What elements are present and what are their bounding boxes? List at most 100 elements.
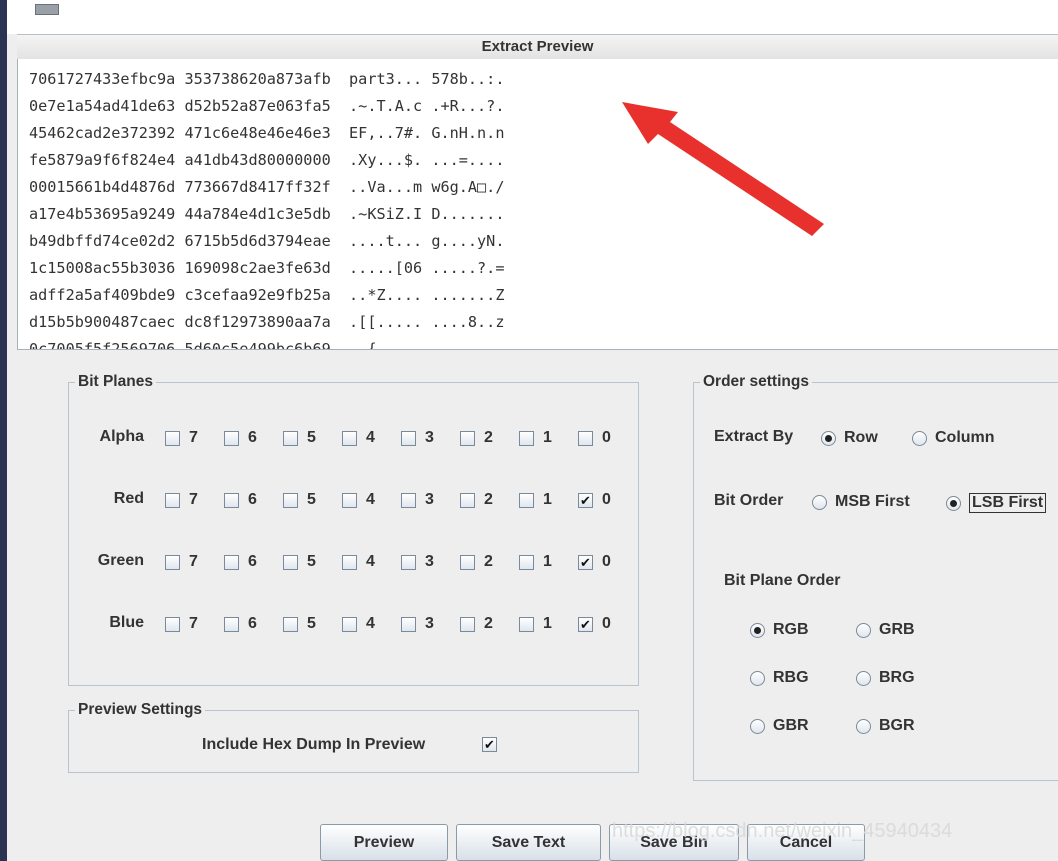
alpha-bit-6-checkbox[interactable]: 6 <box>224 429 257 447</box>
radio-label: MSB First <box>835 493 910 510</box>
checkbox-box[interactable]: ✔ <box>482 737 497 752</box>
bit-plane-order-grb-radio[interactable]: GRB <box>856 621 915 639</box>
checkbox-box[interactable] <box>460 492 475 508</box>
checkbox-box[interactable] <box>165 430 180 446</box>
alpha-bit-5-checkbox[interactable]: 5 <box>283 429 316 447</box>
checkbox-box[interactable] <box>460 616 475 632</box>
checkbox-box[interactable] <box>401 492 416 508</box>
radio-dot[interactable] <box>912 430 927 446</box>
green-bit-2-checkbox[interactable]: 2 <box>460 553 493 571</box>
radio-dot[interactable] <box>856 670 871 686</box>
checkbox-box[interactable] <box>460 554 475 570</box>
bit-order-msb-radio[interactable]: MSB First <box>812 493 910 511</box>
red-bit-4-checkbox[interactable]: 4 <box>342 491 375 509</box>
green-bit-4-checkbox[interactable]: 4 <box>342 553 375 571</box>
extract-by-label: Extract By <box>714 428 794 445</box>
bit-order-lsb-radio[interactable]: LSB First <box>946 493 1047 513</box>
channel-label-green: Green <box>97 552 144 569</box>
include-hex-dump-checkbox[interactable]: ✔ <box>482 737 497 752</box>
checkbox-box[interactable] <box>401 430 416 446</box>
radio-dot[interactable] <box>750 718 765 734</box>
bit-plane-order-bgr-radio[interactable]: BGR <box>856 717 915 735</box>
checkbox-box[interactable] <box>342 616 357 632</box>
blue-bit-6-checkbox[interactable]: 6 <box>224 615 257 633</box>
alpha-bit-0-checkbox[interactable]: 0 <box>578 429 611 447</box>
blue-bit-3-checkbox[interactable]: 3 <box>401 615 434 633</box>
red-bit-2-checkbox[interactable]: 2 <box>460 491 493 509</box>
checkbox-box[interactable] <box>342 554 357 570</box>
blue-bit-2-checkbox[interactable]: 2 <box>460 615 493 633</box>
order-settings-group: Order settings Extract By Row Column Bit… <box>693 373 1058 781</box>
checkbox-box[interactable] <box>224 492 239 508</box>
red-bit-1-checkbox[interactable]: 1 <box>519 491 552 509</box>
checkbox-box[interactable] <box>165 554 180 570</box>
alpha-bit-7-checkbox[interactable]: 7 <box>165 429 198 447</box>
checkbox-box[interactable] <box>519 492 534 508</box>
checkbox-box[interactable] <box>401 616 416 632</box>
alpha-bit-4-checkbox[interactable]: 4 <box>342 429 375 447</box>
checkbox-box[interactable] <box>283 616 298 632</box>
radio-dot[interactable] <box>946 495 961 511</box>
radio-dot[interactable] <box>750 670 765 686</box>
radio-label: Column <box>935 429 995 446</box>
checkbox-box[interactable] <box>401 554 416 570</box>
bit-number: 7 <box>189 553 198 570</box>
radio-dot[interactable] <box>750 622 765 638</box>
radio-dot[interactable] <box>812 494 827 510</box>
radio-dot[interactable] <box>856 718 871 734</box>
bit-plane-order-gbr-radio[interactable]: GBR <box>750 717 809 735</box>
blue-bit-0-checkbox[interactable]: ✔ 0 <box>578 615 611 633</box>
checkbox-box[interactable] <box>283 430 298 446</box>
bit-plane-order-rgb-radio[interactable]: RGB <box>750 621 809 639</box>
extract-by-row-radio[interactable]: Row <box>821 429 878 447</box>
extract-by-column-radio[interactable]: Column <box>912 429 995 447</box>
blue-bit-4-checkbox[interactable]: 4 <box>342 615 375 633</box>
checkbox-box[interactable] <box>283 492 298 508</box>
green-bit-3-checkbox[interactable]: 3 <box>401 553 434 571</box>
extract-preview-text-area[interactable]: 7061727433efbc9a 353738620a873afb part3.… <box>17 59 1058 350</box>
red-bit-0-checkbox[interactable]: ✔ 0 <box>578 491 611 509</box>
checkbox-box[interactable] <box>578 430 593 446</box>
checkbox-box[interactable] <box>519 554 534 570</box>
red-bit-5-checkbox[interactable]: 5 <box>283 491 316 509</box>
bit-number: 0 <box>602 429 611 446</box>
checkbox-box[interactable] <box>224 554 239 570</box>
checkbox-box[interactable] <box>342 430 357 446</box>
channel-label-red: Red <box>113 490 144 507</box>
save-text-button[interactable]: Save Text <box>456 824 601 861</box>
alpha-bit-1-checkbox[interactable]: 1 <box>519 429 552 447</box>
alpha-bit-3-checkbox[interactable]: 3 <box>401 429 434 447</box>
red-bit-6-checkbox[interactable]: 6 <box>224 491 257 509</box>
checkbox-box[interactable] <box>165 492 180 508</box>
checkbox-box[interactable] <box>460 430 475 446</box>
radio-dot[interactable] <box>821 430 836 446</box>
blue-bit-5-checkbox[interactable]: 5 <box>283 615 316 633</box>
checkbox-box[interactable] <box>519 616 534 632</box>
green-bit-1-checkbox[interactable]: 1 <box>519 553 552 571</box>
checkbox-box[interactable] <box>165 616 180 632</box>
checkbox-box[interactable] <box>519 430 534 446</box>
red-bit-7-checkbox[interactable]: 7 <box>165 491 198 509</box>
bit-number: 6 <box>248 553 257 570</box>
bit-plane-order-rbg-radio[interactable]: RBG <box>750 669 809 687</box>
checkbox-box[interactable] <box>283 554 298 570</box>
green-bit-0-checkbox[interactable]: ✔ 0 <box>578 553 611 571</box>
green-bit-6-checkbox[interactable]: 6 <box>224 553 257 571</box>
bit-plane-order-brg-radio[interactable]: BRG <box>856 669 915 687</box>
red-bit-3-checkbox[interactable]: 3 <box>401 491 434 509</box>
checkbox-box[interactable] <box>342 492 357 508</box>
green-bit-7-checkbox[interactable]: 7 <box>165 553 198 571</box>
alpha-bit-2-checkbox[interactable]: 2 <box>460 429 493 447</box>
checkbox-box[interactable] <box>224 430 239 446</box>
checkbox-box[interactable] <box>224 616 239 632</box>
checkbox-box[interactable]: ✔ <box>578 616 593 632</box>
checkbox-box[interactable]: ✔ <box>578 492 593 508</box>
checkbox-box[interactable]: ✔ <box>578 554 593 570</box>
blue-bit-1-checkbox[interactable]: 1 <box>519 615 552 633</box>
blue-bit-7-checkbox[interactable]: 7 <box>165 615 198 633</box>
green-bit-5-checkbox[interactable]: 5 <box>283 553 316 571</box>
preview-button[interactable]: Preview <box>320 824 448 861</box>
channel-label-blue: Blue <box>109 614 144 631</box>
radio-dot[interactable] <box>856 622 871 638</box>
hex-line: a17e4b53695a9249 44a784e4d1c3e5db .~KSiZ… <box>29 205 505 223</box>
